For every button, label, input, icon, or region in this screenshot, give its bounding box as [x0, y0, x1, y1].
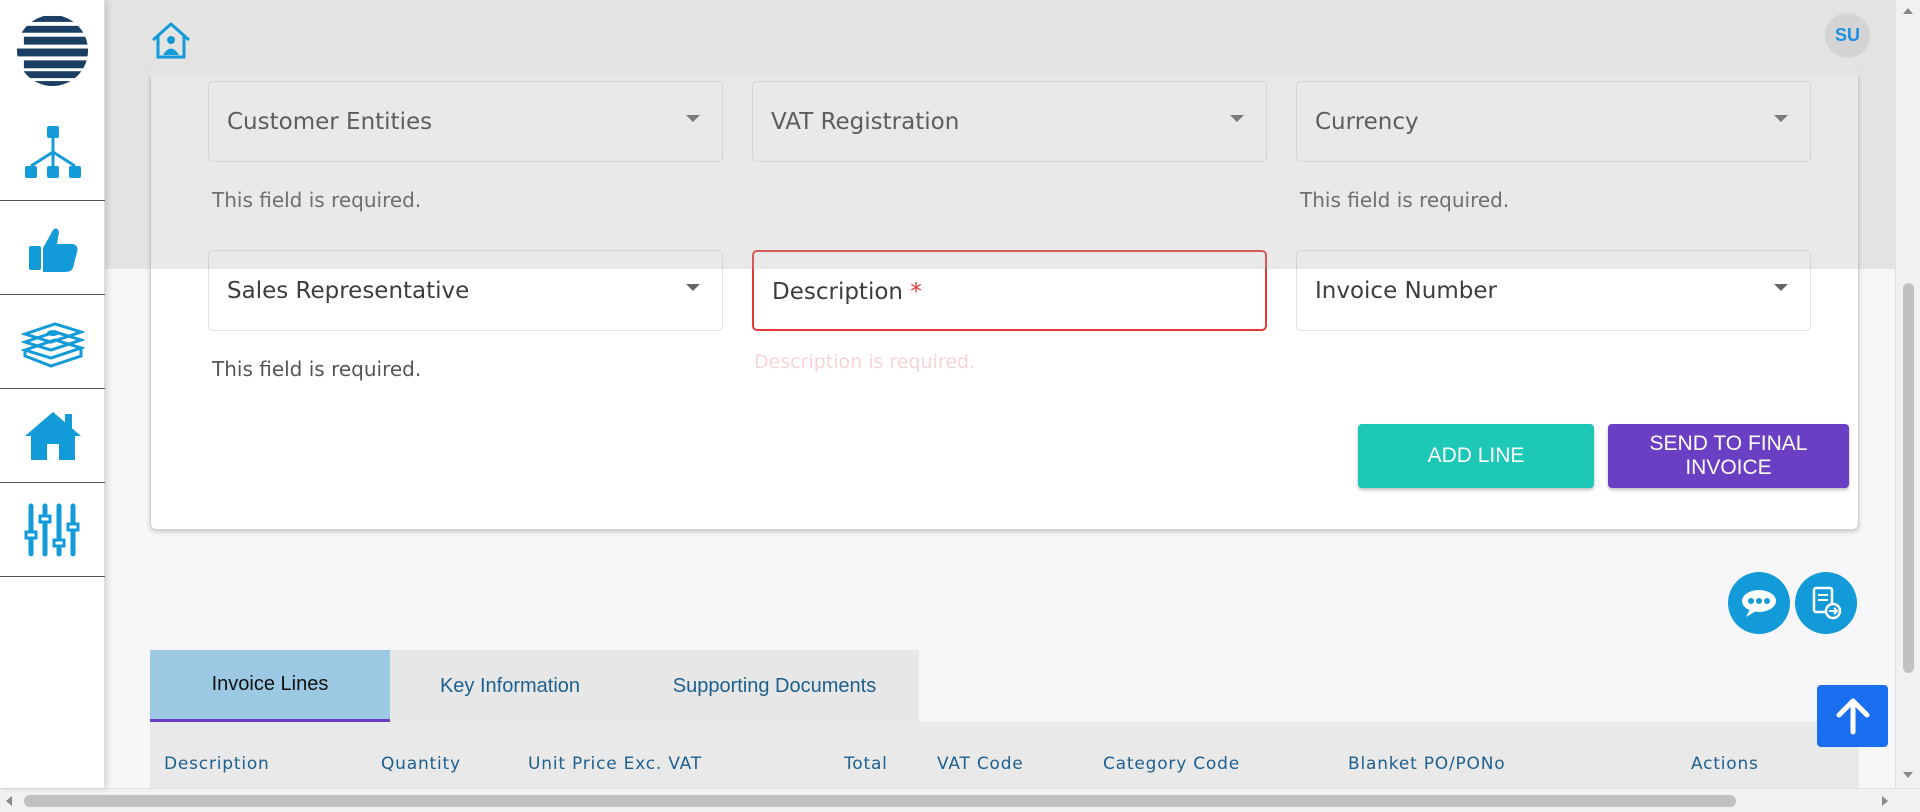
horizontal-scrollbar[interactable] — [0, 788, 1920, 812]
sidebar — [0, 0, 105, 788]
description-input[interactable]: Description * — [752, 250, 1267, 331]
sidebar-item-settings[interactable] — [0, 483, 105, 577]
user-avatar[interactable]: SU — [1825, 13, 1870, 58]
column-header[interactable]: Total — [844, 754, 888, 774]
company-logo — [16, 14, 89, 87]
invoice-number-label: Invoice Number — [1315, 278, 1497, 304]
scroll-left-arrow-icon[interactable] — [6, 796, 12, 806]
chevron-down-icon — [686, 115, 700, 122]
sidebar-item-finance[interactable] — [0, 295, 105, 389]
invoice-number-select[interactable]: Invoice Number — [1296, 250, 1811, 331]
customer-entities-label: Customer Entities — [227, 109, 433, 135]
invoice-form-card: Customer Entities VAT Registration Curre… — [150, 60, 1859, 530]
chat-button[interactable] — [1728, 572, 1790, 634]
home-user-icon[interactable] — [150, 20, 192, 60]
tab-invoice-lines[interactable]: Invoice Lines — [150, 650, 390, 722]
arrow-up-icon — [1836, 698, 1869, 735]
sliders-icon — [24, 503, 79, 556]
description-error: Description is required. — [754, 351, 976, 373]
chevron-down-icon — [1774, 284, 1788, 291]
chat-bubble-icon — [1742, 590, 1776, 617]
currency-label: Currency — [1315, 109, 1419, 135]
customer-entities-select[interactable]: Customer Entities — [208, 81, 723, 162]
sales-representative-select[interactable]: Sales Representative — [208, 250, 723, 331]
tab-supporting-documents[interactable]: Supporting Documents — [630, 650, 919, 722]
scroll-right-arrow-icon[interactable] — [1882, 796, 1888, 806]
invoice-lines-table-header: Description Quantity Unit Price Exc. VAT… — [150, 722, 1859, 788]
document-transfer-button[interactable] — [1795, 572, 1857, 634]
document-transfer-icon — [1812, 586, 1842, 620]
column-header[interactable]: VAT Code — [937, 754, 1024, 774]
currency-select[interactable]: Currency — [1296, 81, 1811, 162]
add-line-button[interactable]: ADD LINE — [1358, 424, 1594, 488]
scroll-up-arrow-icon[interactable] — [1903, 8, 1913, 14]
main-content: Customer Entities VAT Registration Curre… — [106, 0, 1895, 788]
scroll-to-top-button[interactable] — [1817, 685, 1888, 747]
column-header[interactable]: Actions — [1691, 754, 1759, 774]
scroll-down-arrow-icon[interactable] — [1903, 772, 1913, 778]
column-header[interactable]: Description — [164, 754, 270, 774]
thumbs-up-icon — [28, 227, 77, 272]
hierarchy-icon — [24, 125, 81, 178]
chevron-down-icon — [686, 284, 700, 291]
sidebar-item-approvals[interactable] — [0, 201, 105, 295]
chevron-down-icon — [1230, 115, 1244, 122]
customer-entities-error: This field is required. — [212, 188, 422, 212]
column-header[interactable]: Blanket PO/PONo — [1348, 754, 1505, 774]
column-header[interactable]: Quantity — [381, 754, 461, 774]
sales-representative-error: This field is required. — [212, 357, 422, 381]
horizontal-scroll-thumb[interactable] — [24, 795, 1736, 807]
tab-key-information[interactable]: Key Information — [390, 650, 630, 722]
currency-error: This field is required. — [1300, 188, 1510, 212]
send-to-final-invoice-button[interactable]: SEND TO FINAL INVOICE — [1608, 424, 1849, 488]
vertical-scroll-thumb[interactable] — [1903, 283, 1914, 673]
column-header[interactable]: Unit Price Exc. VAT — [528, 754, 702, 774]
vat-registration-label: VAT Registration — [771, 109, 960, 135]
house-icon — [24, 411, 81, 460]
column-header[interactable]: Category Code — [1103, 754, 1240, 774]
vat-registration-select[interactable]: VAT Registration — [752, 81, 1267, 162]
invoice-tabs: Invoice Lines Key Information Supporting… — [150, 650, 919, 722]
description-label: Description * — [772, 279, 922, 305]
vertical-scrollbar[interactable] — [1895, 0, 1920, 788]
top-header: SU — [0, 0, 1895, 77]
sidebar-item-home[interactable] — [0, 389, 105, 483]
money-icon — [20, 321, 85, 368]
chevron-down-icon — [1774, 115, 1788, 122]
sidebar-item-hierarchy[interactable] — [0, 107, 105, 201]
sales-representative-label: Sales Representative — [227, 278, 470, 304]
